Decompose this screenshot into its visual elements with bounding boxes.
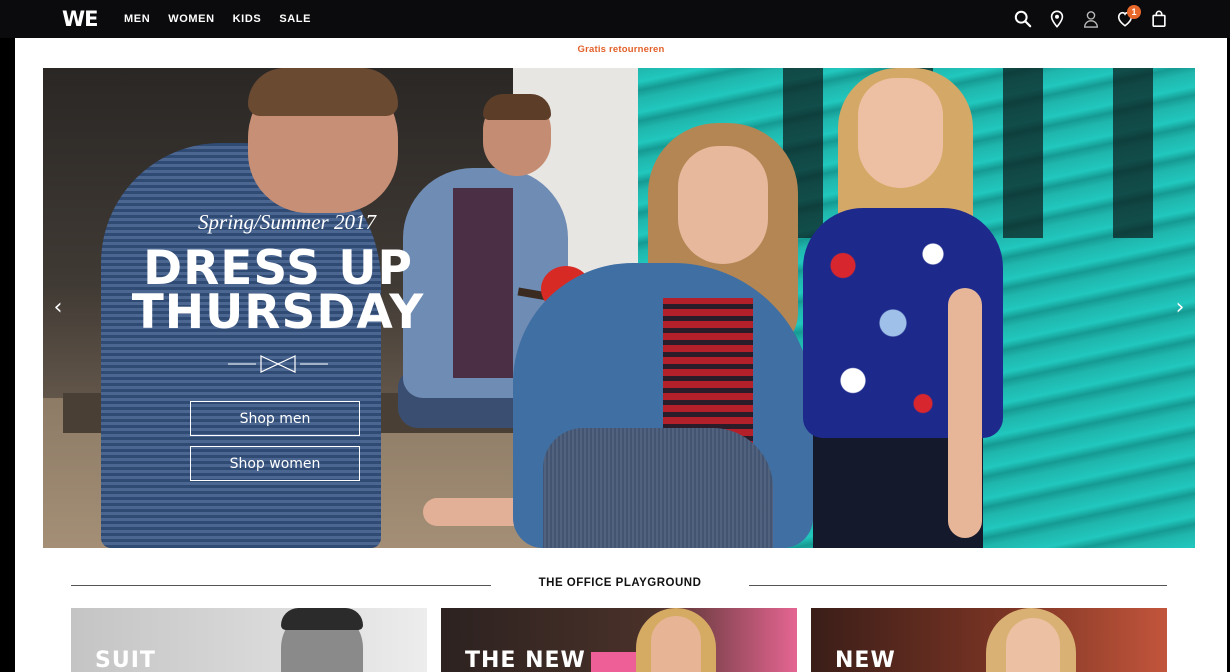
section-header: THE OFFICE PLAYGROUND	[71, 576, 1167, 596]
nav-item-men[interactable]: MEN	[124, 13, 150, 25]
hero-model-man-2-hair	[483, 94, 551, 120]
shop-women-button[interactable]: Shop women	[190, 446, 360, 481]
hero-model-man-1-hair	[248, 68, 398, 116]
section-divider-right	[749, 585, 1167, 586]
main-nav: MEN WOMEN KIDS SALE	[124, 0, 311, 38]
search-icon[interactable]	[1014, 10, 1032, 28]
hero-model-man-2-shirt	[453, 188, 513, 378]
section-title: THE OFFICE PLAYGROUND	[538, 577, 702, 589]
carousel-next-arrow-icon[interactable]: ›	[1170, 297, 1190, 319]
hero-model-woman-1-skirt	[543, 428, 773, 548]
page-content: Gratis retourneren Spring/Summer 2017 DR…	[15, 38, 1227, 672]
hero-headline-line-2: THURSDAY	[131, 285, 425, 340]
we-logo[interactable]: WE	[62, 9, 99, 30]
nav-item-kids[interactable]: KIDS	[233, 13, 262, 25]
tile-model-face	[651, 616, 701, 672]
location-pin-icon[interactable]	[1048, 10, 1066, 28]
tile-label: THE NEW	[465, 648, 586, 672]
heart-icon[interactable]: 1	[1116, 5, 1141, 28]
promo-banner[interactable]: Gratis retourneren	[15, 44, 1227, 55]
bowtie-icon	[228, 353, 328, 375]
promo-tile-the-new[interactable]: THE NEW	[441, 608, 797, 672]
hero-model-woman-2-face	[858, 78, 943, 188]
hero-headline: DRESS UP THURSDAY	[123, 245, 433, 340]
nav-item-sale[interactable]: SALE	[279, 13, 311, 25]
promo-tile-suit[interactable]: SUIT	[71, 608, 427, 672]
tile-model-hair	[281, 608, 363, 630]
shopping-bag-icon[interactable]	[1150, 10, 1168, 28]
user-icon[interactable]	[1082, 10, 1100, 28]
nav-item-women[interactable]: WOMEN	[168, 13, 214, 25]
header-icons: 1	[1014, 0, 1168, 38]
shop-men-button[interactable]: Shop men	[190, 401, 360, 436]
section-divider-left	[71, 585, 491, 586]
hero-text-block: Spring/Summer 2017 DRESS UP THURSDAY	[123, 210, 433, 375]
tile-label: NEW	[835, 648, 896, 672]
top-navigation-bar: WE MEN WOMEN KIDS SALE 1	[0, 0, 1230, 38]
wishlist-count-badge: 1	[1127, 5, 1141, 19]
hero-model-woman-1-face	[678, 146, 768, 264]
promo-tile-new[interactable]: NEW	[811, 608, 1167, 672]
tile-model-face	[1006, 618, 1060, 672]
hero-model-woman-2-arm	[948, 288, 982, 538]
hero-carousel[interactable]: Spring/Summer 2017 DRESS UP THURSDAY Sho…	[43, 68, 1195, 548]
carousel-prev-arrow-icon[interactable]: ‹	[48, 297, 68, 319]
tile-label: SUIT	[95, 648, 156, 672]
hero-model-woman-1-striped-top	[663, 298, 753, 448]
hero-subtitle: Spring/Summer 2017	[198, 210, 376, 234]
